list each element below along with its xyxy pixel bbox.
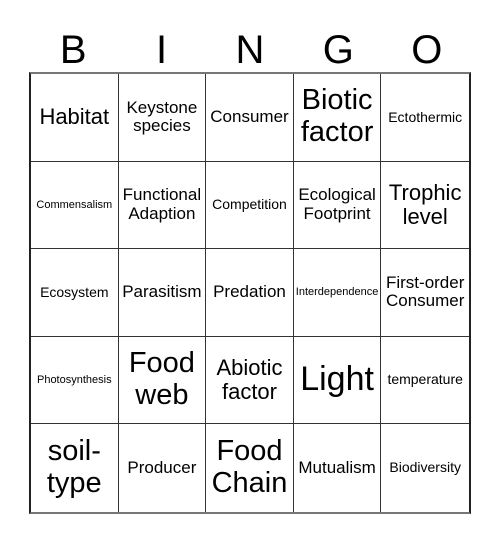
bingo-cell[interactable]: Light [293,336,382,425]
bingo-cell-text: Biodiversity [389,459,461,476]
bingo-cell-text: Competition [212,196,287,213]
bingo-cell[interactable]: Commensalism [31,161,119,250]
header-letter-o: O [411,28,443,72]
bingo-cell[interactable]: Predation [206,249,294,337]
bingo-cell[interactable]: Interdependence [293,249,382,337]
bingo-board: Habitat Keystone species Consumer Biotic fa… [29,72,471,514]
header-letter-n: N [235,28,265,72]
bingo-cell-text: temperature [387,371,463,388]
bingo-cell-text: Interdependence [295,286,379,299]
bingo-cell-text: Ectothermic [388,108,463,125]
bingo-cell[interactable]: First-order Consumer [381,249,469,337]
bingo-cell[interactable]: Biotic factor [293,74,382,162]
bingo-cell-text: Light [300,360,374,399]
bingo-cell[interactable]: Food Chain [206,424,294,512]
bingo-cell[interactable]: Photosynthesis [31,336,119,425]
bingo-cell[interactable]: Habitat [31,74,119,162]
header-letter-g: G [322,28,354,72]
bingo-cell-text: Food Chain [211,435,288,500]
bingo-cell-text: soil-type [46,435,102,500]
bingo-cell-text: Parasitism [122,282,202,302]
bingo-cell-text: Commensalism [36,198,113,211]
bingo-cell[interactable]: Ectothermic [381,74,469,162]
bingo-cell[interactable]: Competition [206,161,294,250]
bingo-cell[interactable]: Ecological Footprint [293,161,382,250]
bingo-cell[interactable]: Trophic level [381,162,469,250]
bingo-cell-text: Ecological Footprint [298,185,376,223]
bingo-cell[interactable]: soil-type [31,424,119,512]
bingo-cell[interactable]: Biodiversity [381,424,469,512]
header-letter-b: B [59,28,87,72]
bingo-cell-text: Abiotic factor [216,354,283,405]
bingo-cell[interactable]: Abiotic factor [206,336,294,425]
bingo-cell[interactable]: Ecosystem [31,249,119,337]
bingo-cell[interactable]: Mutualism [294,424,382,512]
bingo-cell-text: Consumer [210,106,289,126]
bingo-cell-text: Keystone species [126,97,198,136]
bingo-cell[interactable]: Consumer [206,74,294,162]
bingo-cell[interactable]: Functional Adaption [118,161,207,250]
bingo-cell-text: Photosynthesis [36,374,112,387]
bingo-cell-text: Producer [127,457,197,477]
bingo-cell-text: Food web [128,347,195,412]
bingo-cell[interactable]: temperature [381,337,469,425]
bingo-cell-text: Habitat [39,104,110,130]
bingo-cell-text: Ecosystem [40,283,109,300]
bingo-cell[interactable]: Parasitism [118,249,207,337]
bingo-cell-text: Trophic level [388,179,462,229]
bingo-cell-text: Predation [213,282,286,302]
bingo-cell[interactable]: Producer [119,424,207,512]
header-letter-i: I [156,28,168,72]
bingo-cell[interactable]: Keystone species [118,74,207,162]
bingo-cell-text: Mutualism [298,457,376,477]
bingo-cell-text: Functional Adaption [122,185,202,223]
bingo-cell-text: Biotic factor [300,84,374,149]
bingo-cell[interactable]: Food web [118,336,207,425]
bingo-header: B I N G O [29,28,471,72]
bingo-cell-text: First-order Consumer [385,272,465,311]
